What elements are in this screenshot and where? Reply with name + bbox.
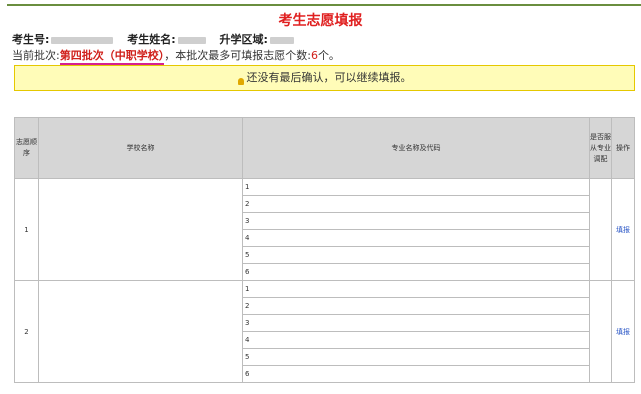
candidate-no-redacted [51,36,114,44]
adjust-cell[interactable] [589,280,612,383]
batch-count: 6 [310,49,318,62]
school-cell[interactable] [38,178,243,281]
major-cell[interactable]: 6 [242,365,590,383]
volunteer-table: 志愿顺序 学校名称 专业名称及代码 是否服从专业调配 操作 1 1 填报 2 3… [14,117,635,383]
major-cell[interactable]: 1 [242,178,590,196]
candidate-name-redacted [177,36,206,44]
table-row: 1 1 填报 [14,178,635,281]
major-cell[interactable]: 2 [242,195,590,213]
status-notice: 还没有最后确认，可以继续填报。 [14,65,635,91]
table-header-row: 志愿顺序 学校名称 专业名称及代码 是否服从专业调配 操作 [14,117,635,179]
major-cell[interactable]: 4 [242,229,590,247]
seq-cell: 2 [14,280,39,383]
col-header-school: 学校名称 [38,117,243,179]
district-label: 升学区域: [219,33,268,46]
candidate-info: 考生号: 考生姓名: 升学区域: [12,31,298,47]
lightbulb-icon [237,78,244,85]
col-header-major: 专业名称及代码 [242,117,590,179]
candidate-name-label: 考生姓名: [127,33,176,46]
major-cell[interactable]: 1 [242,280,590,298]
batch-middle: ，本批次最多可填报志愿个数: [164,49,311,62]
adjust-cell[interactable] [589,178,612,281]
table-row: 2 1 填报 [14,280,635,383]
batch-info: 当前批次:第四批次（中职学校），本批次最多可填报志愿个数:6个。 [12,47,340,65]
op-cell: 填报 [611,280,635,383]
school-cell[interactable] [38,280,243,383]
major-cell[interactable]: 4 [242,331,590,349]
op-cell: 填报 [611,178,635,281]
major-cell[interactable]: 6 [242,263,590,281]
major-cell[interactable]: 3 [242,314,590,332]
top-divider [7,4,641,6]
major-cell[interactable]: 3 [242,212,590,230]
major-cell[interactable]: 2 [242,297,590,315]
fill-link[interactable]: 填报 [616,328,630,336]
seq-cell: 1 [14,178,39,281]
candidate-no-label: 考生号: [12,33,50,46]
col-header-seq: 志愿顺序 [14,117,39,179]
major-cell[interactable]: 5 [242,348,590,366]
major-cell[interactable]: 5 [242,246,590,264]
fill-link[interactable]: 填报 [616,226,630,234]
batch-suffix: 个。 [317,49,340,62]
col-header-adjust: 是否服从专业调配 [589,117,612,179]
batch-prefix: 当前批次: [12,49,60,62]
notice-text: 还没有最后确认，可以继续填报。 [246,71,412,84]
page-title: 考生志愿填报 [278,13,363,29]
batch-name: 第四批次（中职学校） [59,49,165,65]
col-header-op: 操作 [611,117,635,179]
district-redacted [269,36,294,44]
